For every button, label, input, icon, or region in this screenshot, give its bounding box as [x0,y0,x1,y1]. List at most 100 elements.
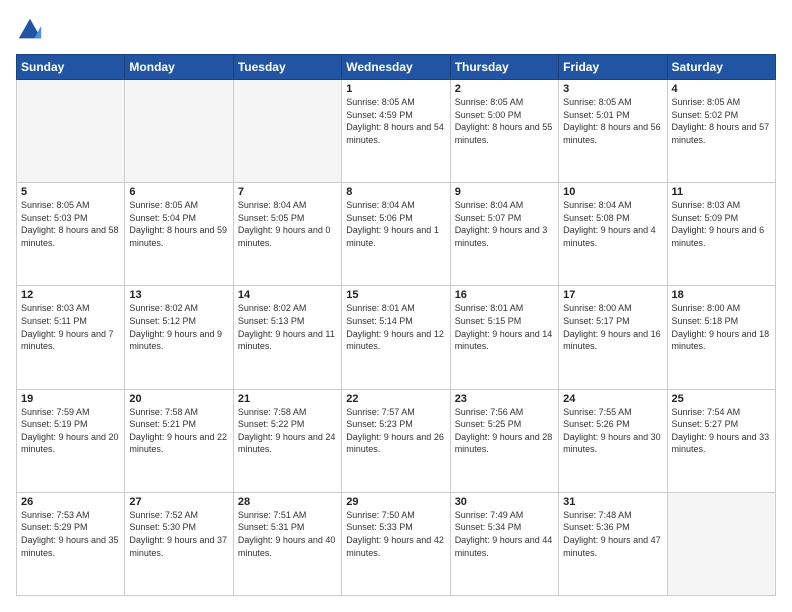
day-detail: Sunrise: 7:52 AM Sunset: 5:30 PM Dayligh… [129,509,228,559]
day-detail: Sunrise: 7:56 AM Sunset: 5:25 PM Dayligh… [455,406,554,456]
day-detail: Sunrise: 8:00 AM Sunset: 5:18 PM Dayligh… [672,302,771,352]
day-header-thursday: Thursday [450,55,558,80]
day-detail: Sunrise: 8:02 AM Sunset: 5:13 PM Dayligh… [238,302,337,352]
day-detail: Sunrise: 7:55 AM Sunset: 5:26 PM Dayligh… [563,406,662,456]
calendar-cell: 19Sunrise: 7:59 AM Sunset: 5:19 PM Dayli… [17,389,125,492]
day-number: 5 [21,186,120,198]
day-detail: Sunrise: 8:05 AM Sunset: 5:00 PM Dayligh… [455,96,554,146]
day-detail: Sunrise: 8:04 AM Sunset: 5:06 PM Dayligh… [346,199,445,249]
day-header-sunday: Sunday [17,55,125,80]
day-number: 16 [455,289,554,301]
calendar-cell: 12Sunrise: 8:03 AM Sunset: 5:11 PM Dayli… [17,286,125,389]
day-detail: Sunrise: 8:05 AM Sunset: 5:04 PM Dayligh… [129,199,228,249]
calendar-cell: 3Sunrise: 8:05 AM Sunset: 5:01 PM Daylig… [559,80,667,183]
day-number: 20 [129,393,228,405]
logo-icon [16,16,44,44]
week-row-4: 26Sunrise: 7:53 AM Sunset: 5:29 PM Dayli… [17,492,776,595]
day-detail: Sunrise: 7:59 AM Sunset: 5:19 PM Dayligh… [21,406,120,456]
calendar-cell: 17Sunrise: 8:00 AM Sunset: 5:17 PM Dayli… [559,286,667,389]
calendar-cell: 10Sunrise: 8:04 AM Sunset: 5:08 PM Dayli… [559,183,667,286]
calendar-cell: 27Sunrise: 7:52 AM Sunset: 5:30 PM Dayli… [125,492,233,595]
week-row-0: 1Sunrise: 8:05 AM Sunset: 4:59 PM Daylig… [17,80,776,183]
week-row-1: 5Sunrise: 8:05 AM Sunset: 5:03 PM Daylig… [17,183,776,286]
day-number: 19 [21,393,120,405]
day-number: 10 [563,186,662,198]
calendar-cell: 15Sunrise: 8:01 AM Sunset: 5:14 PM Dayli… [342,286,450,389]
day-number: 12 [21,289,120,301]
day-number: 14 [238,289,337,301]
day-number: 24 [563,393,662,405]
day-number: 18 [672,289,771,301]
calendar-cell: 31Sunrise: 7:48 AM Sunset: 5:36 PM Dayli… [559,492,667,595]
calendar-cell: 20Sunrise: 7:58 AM Sunset: 5:21 PM Dayli… [125,389,233,492]
day-detail: Sunrise: 7:54 AM Sunset: 5:27 PM Dayligh… [672,406,771,456]
day-detail: Sunrise: 8:04 AM Sunset: 5:05 PM Dayligh… [238,199,337,249]
day-header-monday: Monday [125,55,233,80]
day-number: 31 [563,496,662,508]
day-number: 30 [455,496,554,508]
day-header-saturday: Saturday [667,55,775,80]
day-number: 3 [563,83,662,95]
calendar-cell: 23Sunrise: 7:56 AM Sunset: 5:25 PM Dayli… [450,389,558,492]
calendar-cell: 26Sunrise: 7:53 AM Sunset: 5:29 PM Dayli… [17,492,125,595]
day-detail: Sunrise: 8:04 AM Sunset: 5:07 PM Dayligh… [455,199,554,249]
calendar-cell: 13Sunrise: 8:02 AM Sunset: 5:12 PM Dayli… [125,286,233,389]
day-number: 29 [346,496,445,508]
day-detail: Sunrise: 8:03 AM Sunset: 5:09 PM Dayligh… [672,199,771,249]
day-number: 23 [455,393,554,405]
day-number: 2 [455,83,554,95]
calendar-cell: 24Sunrise: 7:55 AM Sunset: 5:26 PM Dayli… [559,389,667,492]
day-number: 26 [21,496,120,508]
week-row-3: 19Sunrise: 7:59 AM Sunset: 5:19 PM Dayli… [17,389,776,492]
day-detail: Sunrise: 8:00 AM Sunset: 5:17 PM Dayligh… [563,302,662,352]
calendar-cell: 21Sunrise: 7:58 AM Sunset: 5:22 PM Dayli… [233,389,341,492]
calendar-cell: 1Sunrise: 8:05 AM Sunset: 4:59 PM Daylig… [342,80,450,183]
calendar-cell: 28Sunrise: 7:51 AM Sunset: 5:31 PM Dayli… [233,492,341,595]
page: SundayMondayTuesdayWednesdayThursdayFrid… [0,0,792,612]
calendar-cell: 16Sunrise: 8:01 AM Sunset: 5:15 PM Dayli… [450,286,558,389]
day-number: 9 [455,186,554,198]
day-detail: Sunrise: 8:05 AM Sunset: 5:03 PM Dayligh… [21,199,120,249]
day-number: 21 [238,393,337,405]
week-row-2: 12Sunrise: 8:03 AM Sunset: 5:11 PM Dayli… [17,286,776,389]
day-number: 25 [672,393,771,405]
day-number: 17 [563,289,662,301]
day-header-friday: Friday [559,55,667,80]
day-detail: Sunrise: 8:03 AM Sunset: 5:11 PM Dayligh… [21,302,120,352]
days-row: SundayMondayTuesdayWednesdayThursdayFrid… [17,55,776,80]
day-number: 11 [672,186,771,198]
day-detail: Sunrise: 8:05 AM Sunset: 5:02 PM Dayligh… [672,96,771,146]
calendar-cell: 30Sunrise: 7:49 AM Sunset: 5:34 PM Dayli… [450,492,558,595]
calendar-cell: 2Sunrise: 8:05 AM Sunset: 5:00 PM Daylig… [450,80,558,183]
calendar-table: SundayMondayTuesdayWednesdayThursdayFrid… [16,54,776,596]
day-detail: Sunrise: 8:04 AM Sunset: 5:08 PM Dayligh… [563,199,662,249]
day-detail: Sunrise: 7:58 AM Sunset: 5:21 PM Dayligh… [129,406,228,456]
day-number: 15 [346,289,445,301]
calendar-body: 1Sunrise: 8:05 AM Sunset: 4:59 PM Daylig… [17,80,776,596]
day-header-wednesday: Wednesday [342,55,450,80]
calendar-cell: 14Sunrise: 8:02 AM Sunset: 5:13 PM Dayli… [233,286,341,389]
calendar-cell [667,492,775,595]
calendar-cell: 7Sunrise: 8:04 AM Sunset: 5:05 PM Daylig… [233,183,341,286]
calendar-header: SundayMondayTuesdayWednesdayThursdayFrid… [17,55,776,80]
calendar-cell: 29Sunrise: 7:50 AM Sunset: 5:33 PM Dayli… [342,492,450,595]
day-detail: Sunrise: 7:51 AM Sunset: 5:31 PM Dayligh… [238,509,337,559]
day-detail: Sunrise: 7:49 AM Sunset: 5:34 PM Dayligh… [455,509,554,559]
calendar-cell: 6Sunrise: 8:05 AM Sunset: 5:04 PM Daylig… [125,183,233,286]
calendar-cell: 11Sunrise: 8:03 AM Sunset: 5:09 PM Dayli… [667,183,775,286]
day-detail: Sunrise: 8:05 AM Sunset: 4:59 PM Dayligh… [346,96,445,146]
day-detail: Sunrise: 7:48 AM Sunset: 5:36 PM Dayligh… [563,509,662,559]
day-detail: Sunrise: 8:01 AM Sunset: 5:15 PM Dayligh… [455,302,554,352]
day-number: 22 [346,393,445,405]
day-number: 28 [238,496,337,508]
day-header-tuesday: Tuesday [233,55,341,80]
day-detail: Sunrise: 7:57 AM Sunset: 5:23 PM Dayligh… [346,406,445,456]
day-detail: Sunrise: 8:01 AM Sunset: 5:14 PM Dayligh… [346,302,445,352]
day-number: 7 [238,186,337,198]
day-number: 1 [346,83,445,95]
calendar-cell [233,80,341,183]
calendar-cell: 25Sunrise: 7:54 AM Sunset: 5:27 PM Dayli… [667,389,775,492]
day-detail: Sunrise: 7:58 AM Sunset: 5:22 PM Dayligh… [238,406,337,456]
day-number: 4 [672,83,771,95]
calendar-cell: 5Sunrise: 8:05 AM Sunset: 5:03 PM Daylig… [17,183,125,286]
